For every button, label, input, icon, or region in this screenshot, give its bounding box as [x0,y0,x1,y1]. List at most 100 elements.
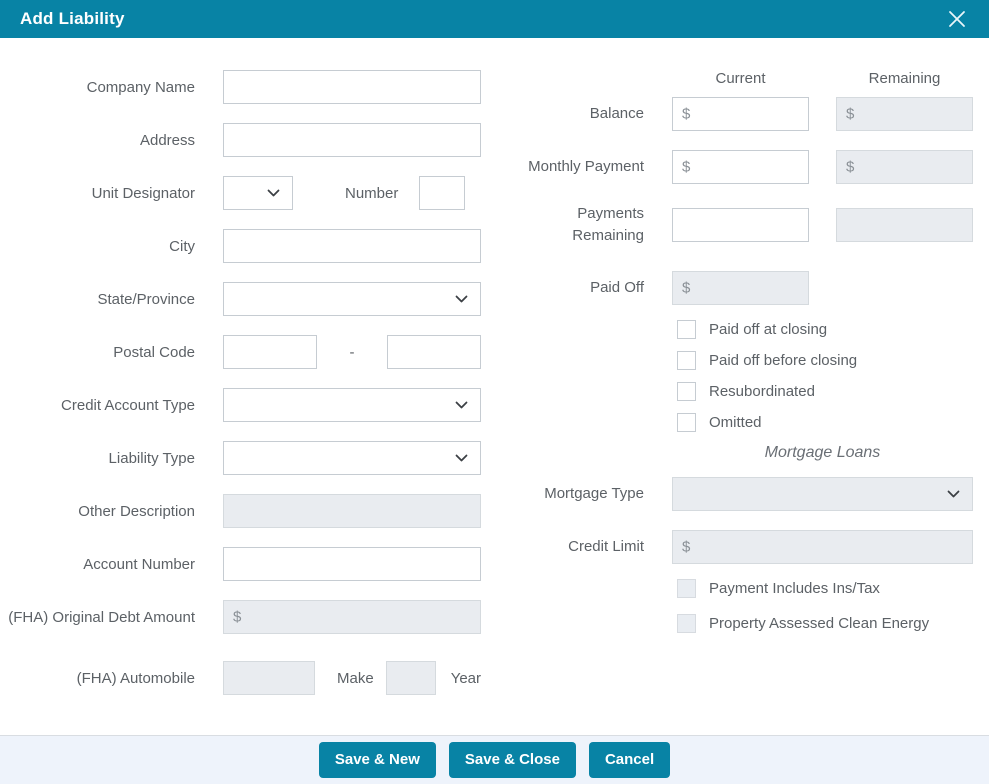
balance-remaining-input [836,97,973,131]
mortgage-type-select[interactable] [672,477,973,511]
monthly-payment-current-input[interactable] [672,150,809,184]
monthly-payment-remaining-input [836,150,973,184]
dialog-title: Add Liability [20,9,125,29]
save-and-close-button[interactable]: Save & Close [449,742,576,778]
account-number-row: Account Number [0,547,505,581]
fha-automobile-label: (FHA) Automobile [0,668,195,689]
fha-original-debt-label: (FHA) Original Debt Amount [0,607,195,628]
chevron-down-icon [267,189,280,197]
liability-type-select[interactable] [223,441,481,475]
unit-designator-select[interactable] [223,176,293,210]
balance-current-input[interactable] [672,97,809,131]
paid-off-before-closing-row: Paid off before closing [527,351,989,370]
resubordinated-label: Resubordinated [709,383,815,400]
credit-account-type-select[interactable] [223,388,481,422]
close-icon [948,10,966,28]
chevron-down-icon [455,401,468,409]
paid-off-at-closing-row: Paid off at closing [527,320,989,339]
resubordinated-checkbox[interactable] [677,382,696,401]
postal-code-plus4-input[interactable] [387,335,481,369]
paid-off-label: Paid Off [527,277,644,299]
fha-automobile-input [223,661,315,695]
number-label: Number [345,185,398,202]
company-name-row: Company Name [0,70,505,104]
paid-off-at-closing-checkbox[interactable] [677,320,696,339]
dialog-header: Add Liability [0,0,989,38]
property-assessed-clean-energy-label: Property Assessed Clean Energy [709,615,929,632]
other-description-input [223,494,481,528]
other-description-row: Other Description [0,494,505,528]
make-label: Make [337,670,374,687]
credit-account-type-label: Credit Account Type [0,395,195,416]
credit-limit-row: Credit Limit $ [527,530,989,564]
postal-code-separator: - [350,344,355,361]
payments-remaining-row: Payments Remaining [527,203,989,247]
account-number-input[interactable] [223,547,481,581]
right-column: Current Remaining Balance $ $ Monthly Pa… [505,70,989,735]
cancel-button[interactable]: Cancel [589,742,670,778]
save-and-new-button[interactable]: Save & New [319,742,436,778]
payment-includes-ins-tax-checkbox [677,579,696,598]
balance-row: Balance $ $ [527,97,989,131]
close-button[interactable] [945,7,969,31]
omitted-checkbox[interactable] [677,413,696,432]
payment-includes-ins-tax-label: Payment Includes Ins/Tax [709,580,880,597]
automobile-year-input [386,661,436,695]
liability-type-label: Liability Type [0,448,195,469]
property-assessed-clean-energy-checkbox [677,614,696,633]
monthly-payment-label: Monthly Payment [527,156,644,178]
mortgage-type-label: Mortgage Type [527,483,644,505]
paid-off-input [672,271,809,305]
unit-number-input[interactable] [419,176,465,210]
chevron-down-icon [455,295,468,303]
year-label: Year [451,670,481,687]
unit-designator-label: Unit Designator [0,183,195,204]
address-label: Address [0,130,195,151]
postal-code-input[interactable] [223,335,317,369]
state-province-label: State/Province [0,289,195,310]
paid-off-before-closing-label: Paid off before closing [709,352,857,369]
omitted-label: Omitted [709,414,762,431]
column-headers-row: Current Remaining [527,70,989,87]
state-province-row: State/Province [0,282,505,316]
city-label: City [0,236,195,257]
postal-code-row: Postal Code - [0,335,505,369]
city-row: City [0,229,505,263]
add-liability-dialog: Add Liability Company Name Address Unit … [0,0,989,784]
city-input[interactable] [223,229,481,263]
fha-automobile-row: (FHA) Automobile Make Year [0,661,505,695]
mortgage-type-row: Mortgage Type [527,477,989,511]
payments-remaining-remaining-input [836,208,973,242]
fha-original-debt-row: (FHA) Original Debt Amount $ [0,600,505,634]
omitted-row: Omitted [527,413,989,432]
fha-original-debt-input [223,600,481,634]
company-name-input[interactable] [223,70,481,104]
credit-limit-label: Credit Limit [527,536,644,558]
state-province-select[interactable] [223,282,481,316]
other-description-label: Other Description [0,501,195,522]
chevron-down-icon [947,490,960,498]
paid-off-before-closing-checkbox[interactable] [677,351,696,370]
payments-remaining-current-input[interactable] [672,208,809,242]
credit-limit-input [672,530,973,564]
liability-type-row: Liability Type [0,441,505,475]
resubordinated-row: Resubordinated [527,382,989,401]
unit-designator-row: Unit Designator Number [0,176,505,210]
address-input[interactable] [223,123,481,157]
current-column-header: Current [672,70,809,87]
paid-off-row: Paid Off $ [527,271,989,305]
mortgage-loans-section-header: Mortgage Loans [672,444,973,462]
payments-remaining-label: Payments Remaining [527,203,644,247]
payment-includes-ins-tax-row: Payment Includes Ins/Tax [527,579,989,598]
address-row: Address [0,123,505,157]
postal-code-label: Postal Code [0,342,195,363]
balance-label: Balance [527,103,644,125]
dialog-body: Company Name Address Unit Designator Num… [0,38,989,735]
remaining-column-header: Remaining [836,70,973,87]
left-column: Company Name Address Unit Designator Num… [0,70,505,735]
dialog-footer: Save & New Save & Close Cancel [0,735,989,784]
credit-account-type-row: Credit Account Type [0,388,505,422]
account-number-label: Account Number [0,554,195,575]
monthly-payment-row: Monthly Payment $ $ [527,150,989,184]
paid-off-at-closing-label: Paid off at closing [709,321,827,338]
